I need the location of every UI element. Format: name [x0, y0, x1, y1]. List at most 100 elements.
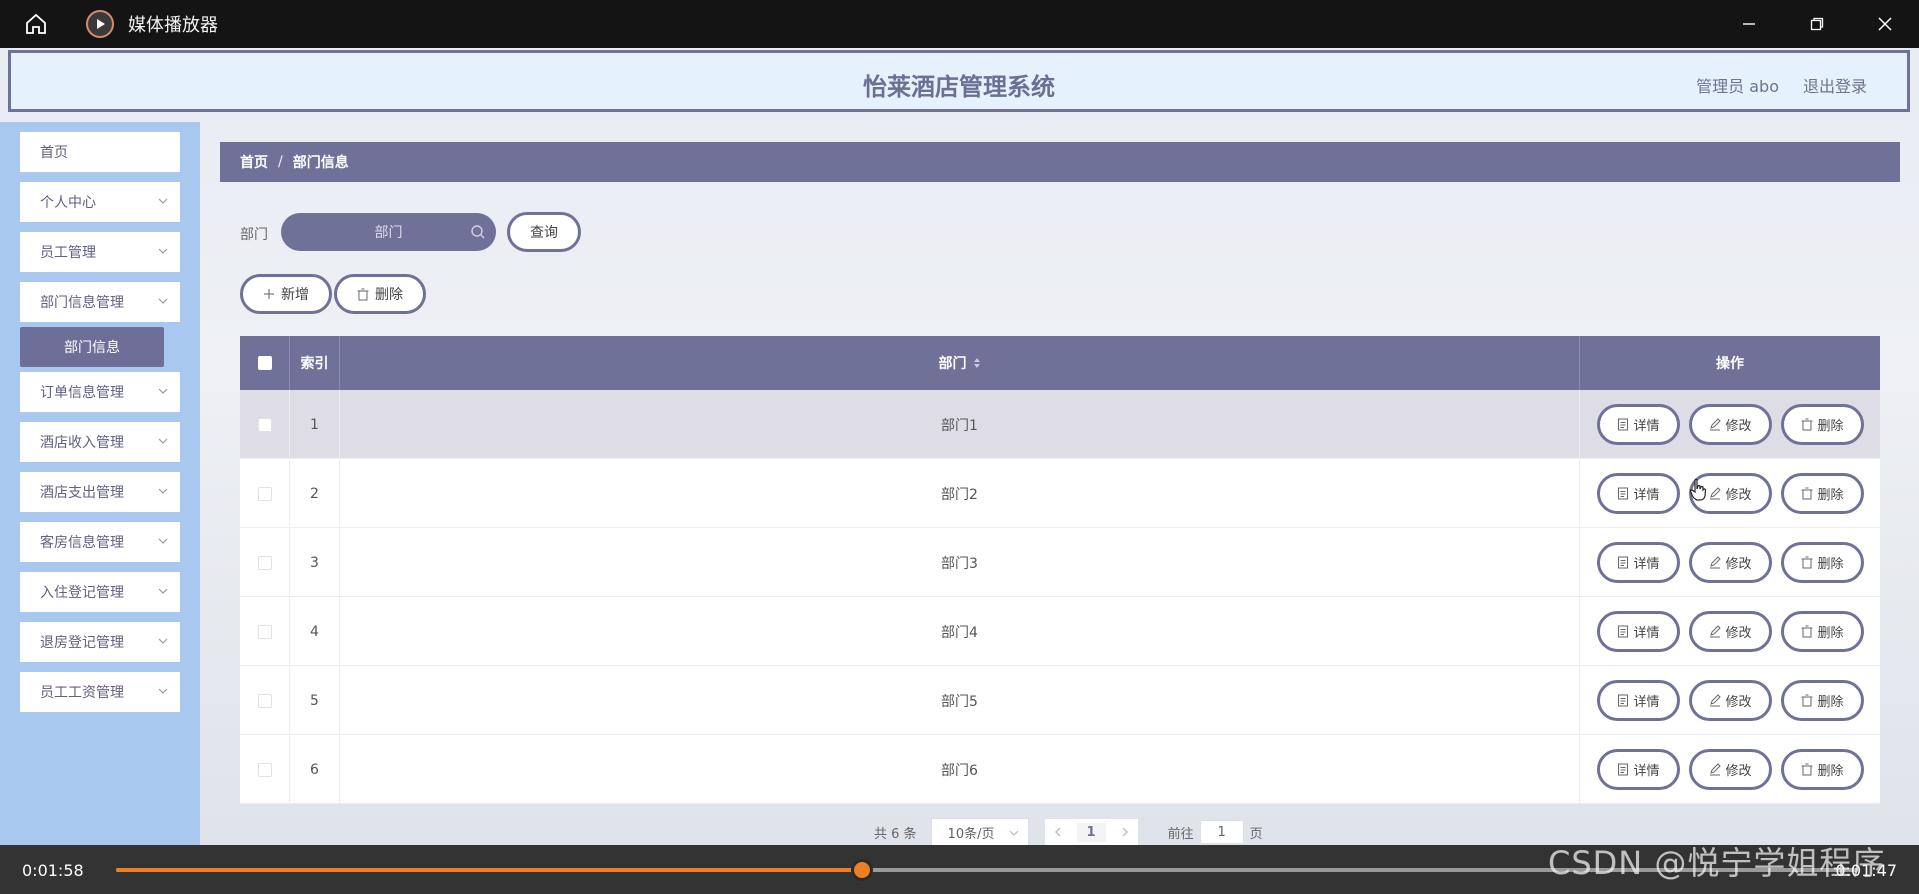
select-all-checkbox[interactable] — [257, 356, 272, 370]
sidebar-item-staff[interactable]: 员工管理 — [20, 232, 180, 272]
row-delete-label: 删除 — [1817, 626, 1844, 641]
row-delete-button[interactable]: 删除 — [1781, 404, 1864, 445]
minimize-button[interactable] — [1715, 0, 1783, 48]
sidebar-item-personal-center[interactable]: 个人中心 — [20, 182, 180, 222]
pencil-icon — [1710, 763, 1722, 776]
chevron-down-icon — [158, 438, 168, 444]
breadcrumb-separator: / — [278, 154, 283, 170]
header-department[interactable]: 部门 — [340, 336, 1580, 390]
page-number-current[interactable]: 1 — [1076, 822, 1106, 842]
row-checkbox[interactable] — [257, 624, 272, 639]
row-detail-button[interactable]: 详情 — [1597, 749, 1680, 790]
row-delete-label: 删除 — [1817, 557, 1844, 572]
row-edit-label: 修改 — [1725, 695, 1752, 710]
row-department: 部门6 — [340, 735, 1580, 804]
row-edit-button[interactable]: 修改 — [1689, 680, 1772, 721]
hand-cursor-icon — [1689, 478, 1707, 501]
row-checkbox[interactable] — [257, 555, 272, 570]
row-detail-button[interactable]: 详情 — [1597, 542, 1680, 583]
row-index: 3 — [290, 528, 340, 597]
row-select-cell[interactable] — [240, 666, 290, 735]
row-detail-button[interactable]: 详情 — [1597, 680, 1680, 721]
chevron-down-icon — [158, 388, 168, 394]
goto-suffix: 页 — [1249, 826, 1263, 842]
home-icon — [26, 13, 46, 34]
sidebar-item-expense[interactable]: 酒店支出管理 — [20, 472, 180, 512]
window-titlebar: 媒体播放器 — [0, 0, 1919, 48]
add-button-label: 新增 — [281, 287, 309, 303]
row-delete-button[interactable]: 删除 — [1781, 611, 1864, 652]
sidebar-item-label: 订单信息管理 — [40, 385, 124, 401]
window-title: 媒体播放器 — [128, 15, 218, 36]
header-select-all[interactable] — [240, 336, 290, 390]
row-delete-label: 删除 — [1817, 695, 1844, 710]
restore-button[interactable] — [1783, 0, 1851, 48]
sidebar-item-label: 部门信息管理 — [40, 295, 124, 311]
row-delete-label: 删除 — [1817, 488, 1844, 503]
table-row: 5 部门5 详情 修改 删除 — [240, 666, 1880, 735]
chevron-down-icon — [1009, 830, 1018, 836]
department-search-input[interactable]: 部门 — [281, 213, 496, 251]
sidebar-item-salary[interactable]: 员工工资管理 — [20, 672, 180, 712]
row-detail-label: 详情 — [1633, 764, 1660, 779]
row-select-cell[interactable] — [240, 528, 290, 597]
sidebar-item-checkin[interactable]: 入住登记管理 — [20, 572, 180, 612]
row-checkbox[interactable] — [257, 762, 272, 777]
trash-icon — [1801, 763, 1813, 776]
row-delete-label: 删除 — [1817, 419, 1844, 434]
goto-page: 前往 1 页 — [1168, 820, 1263, 844]
prev-page-icon[interactable] — [1053, 827, 1063, 837]
row-checkbox[interactable] — [257, 486, 272, 501]
row-select-cell[interactable] — [240, 597, 290, 666]
table-row: 1 部门1 详情 修改 删除 — [240, 390, 1880, 459]
row-select-cell[interactable] — [240, 735, 290, 804]
sidebar-item-rooms[interactable]: 客房信息管理 — [20, 522, 180, 562]
row-select-cell[interactable] — [240, 459, 290, 528]
goto-page-input[interactable]: 1 — [1199, 820, 1244, 844]
breadcrumb: 首页 / 部门信息 — [220, 142, 1900, 182]
document-icon — [1618, 625, 1629, 638]
header-actions: 操作 — [1716, 356, 1744, 372]
row-delete-button[interactable]: 删除 — [1781, 542, 1864, 583]
sidebar-item-checkout[interactable]: 退房登记管理 — [20, 622, 180, 662]
document-icon — [1618, 556, 1629, 569]
home-button[interactable] — [12, 0, 60, 48]
row-detail-button[interactable]: 详情 — [1597, 611, 1680, 652]
row-detail-button[interactable]: 详情 — [1597, 473, 1680, 514]
row-delete-button[interactable]: 删除 — [1781, 680, 1864, 721]
query-button[interactable]: 查询 — [507, 212, 581, 252]
sidebar-item-label: 退房登记管理 — [40, 635, 124, 651]
row-checkbox[interactable] — [257, 417, 272, 432]
sidebar-item-department[interactable]: 部门信息管理 — [20, 282, 180, 322]
sidebar-item-label: 员工管理 — [40, 245, 96, 261]
document-icon — [1618, 694, 1629, 707]
sidebar-item-home[interactable]: 首页 — [20, 132, 180, 172]
chevron-down-icon — [158, 538, 168, 544]
sidebar-item-income[interactable]: 酒店收入管理 — [20, 422, 180, 462]
add-button[interactable]: 新增 — [240, 274, 332, 314]
sidebar-item-label: 客房信息管理 — [40, 535, 124, 551]
table-row: 2 部门2 详情 修改 删除 — [240, 459, 1880, 528]
page-size-select[interactable]: 10条/页 — [930, 818, 1029, 845]
row-edit-button[interactable]: 修改 — [1689, 611, 1772, 652]
row-delete-button[interactable]: 删除 — [1781, 473, 1864, 514]
row-edit-button[interactable]: 修改 — [1689, 404, 1772, 445]
row-edit-button[interactable]: 修改 — [1689, 749, 1772, 790]
row-select-cell[interactable] — [240, 390, 290, 459]
pencil-icon — [1710, 487, 1722, 500]
row-delete-button[interactable]: 删除 — [1781, 749, 1864, 790]
logout-link[interactable]: 退出登录 — [1803, 73, 1867, 97]
batch-delete-button[interactable]: 删除 — [334, 274, 426, 314]
sidebar-item-orders[interactable]: 订单信息管理 — [20, 372, 180, 412]
close-button[interactable] — [1851, 0, 1919, 48]
row-detail-button[interactable]: 详情 — [1597, 404, 1680, 445]
sidebar-item-label: 入住登记管理 — [40, 585, 124, 601]
row-checkbox[interactable] — [257, 693, 272, 708]
breadcrumb-home[interactable]: 首页 — [240, 152, 268, 172]
row-edit-button[interactable]: 修改 — [1689, 542, 1772, 583]
row-edit-label: 修改 — [1725, 626, 1752, 641]
next-page-icon[interactable] — [1120, 827, 1130, 837]
seek-handle[interactable] — [850, 859, 873, 881]
sidebar-subitem-department-info[interactable]: 部门信息 — [20, 327, 164, 367]
minimize-icon — [1743, 23, 1755, 25]
